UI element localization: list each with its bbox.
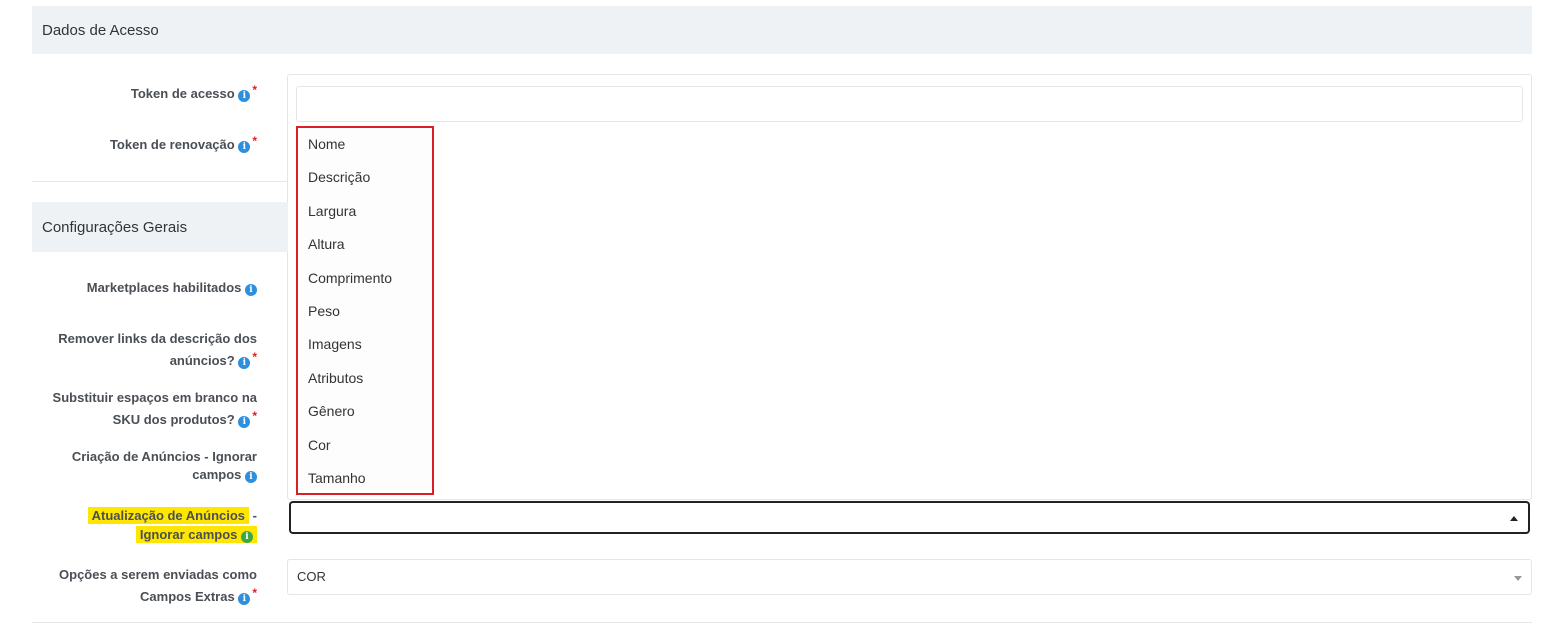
label-criacao-anuncios: Criação de Anúncios - Ignorar campos i <box>71 449 257 483</box>
info-icon[interactable]: i <box>238 357 251 369</box>
campos-extras-select[interactable]: COR <box>287 559 1532 595</box>
label-token-acesso: Token de acesso i * <box>130 83 257 102</box>
section-title: Dados de Acesso <box>42 21 159 39</box>
info-icon[interactable]: i <box>238 141 251 153</box>
dropdown-search-input[interactable] <box>296 86 1523 122</box>
dropdown-option-nome[interactable]: Nome <box>298 128 432 161</box>
dropdown-option-atributos[interactable]: Atributos <box>298 362 432 395</box>
chevron-up-icon <box>1510 516 1518 521</box>
required-marker: * <box>252 409 257 423</box>
dropdown-panel <box>287 74 1532 500</box>
label-atualizacao-anuncios: Atualização de Anúncios - Ignorar campos… <box>27 506 257 544</box>
select-value: COR <box>297 569 326 584</box>
info-icon[interactable]: i <box>245 284 257 296</box>
label-substituir-espacos: Substituir espaços em branco na SKU dos … <box>52 390 257 428</box>
dropdown-option-cor[interactable]: Cor <box>298 429 432 462</box>
required-marker: * <box>252 83 257 97</box>
chevron-down-icon <box>1514 576 1522 581</box>
section-header-dados-acesso: Dados de Acesso <box>32 6 1532 54</box>
dropdown-option-largura[interactable]: Largura <box>298 195 432 228</box>
ignorar-campos-select[interactable] <box>289 501 1530 534</box>
info-icon[interactable]: i <box>238 90 251 102</box>
dropdown-option-tamanho[interactable]: Tamanho <box>298 462 432 495</box>
label-token-renovacao: Token de renovação i * <box>109 134 257 153</box>
info-icon[interactable]: i <box>241 531 253 543</box>
dropdown-option-descricao[interactable]: Descrição <box>298 161 432 194</box>
required-marker: * <box>252 350 257 364</box>
label-marketplaces: Marketplaces habilitados i <box>27 279 257 297</box>
dropdown-option-genero[interactable]: Gênero <box>298 395 432 428</box>
highlight: Ignorar campos i <box>135 526 257 543</box>
label-opcoes-campos-extras: Opções a serem enviadas como Campos Extr… <box>59 567 257 605</box>
dropdown-option-peso[interactable]: Peso <box>298 295 432 328</box>
section-title: Configurações Gerais <box>42 218 188 236</box>
dropdown-option-comprimento[interactable]: Comprimento <box>298 262 432 295</box>
dropdown-option-imagens[interactable]: Imagens <box>298 328 432 361</box>
divider <box>32 181 288 182</box>
label-remover-links: Remover links da descrição dos anúncios?… <box>58 331 257 369</box>
info-icon[interactable]: i <box>238 416 251 428</box>
section-header-configuracoes-gerais: Configurações Gerais <box>32 202 288 252</box>
info-icon[interactable]: i <box>245 471 257 483</box>
info-icon[interactable]: i <box>238 593 251 605</box>
dropdown-option-altura[interactable]: Altura <box>298 228 432 261</box>
divider <box>32 622 1532 623</box>
dropdown-option-list: Nome Descrição Largura Altura Compriment… <box>296 126 434 495</box>
highlight: Atualização de Anúncios <box>87 507 250 524</box>
required-marker: * <box>252 134 257 148</box>
required-marker: * <box>252 586 257 600</box>
